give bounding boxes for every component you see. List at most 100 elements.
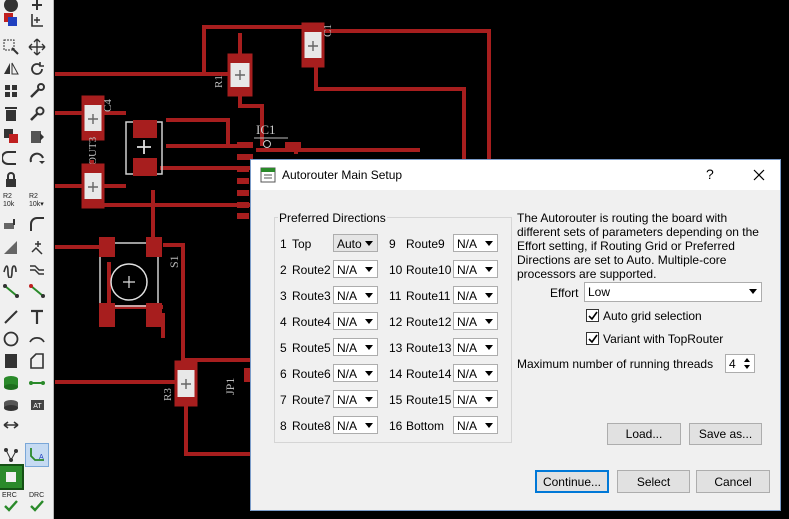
arc-icon[interactable] (26, 328, 48, 350)
s1-label: S1 (167, 255, 181, 268)
dialog-titlebar[interactable]: Autorouter Main Setup ? (251, 160, 780, 190)
wire-icon[interactable] (0, 306, 22, 328)
ratsnest-icon[interactable] (0, 444, 22, 466)
direction-select[interactable]: N/A (453, 390, 498, 408)
direction-select[interactable]: N/A (453, 286, 498, 304)
smash-icon[interactable] (0, 213, 22, 235)
autorouter-icon[interactable]: A (25, 443, 49, 467)
auto-grid-checkbox[interactable] (586, 309, 599, 322)
dimension-icon[interactable] (0, 414, 22, 436)
slice-icon[interactable] (0, 236, 22, 258)
drc-check-icon[interactable] (28, 498, 46, 514)
description-line: processors are supported. (517, 267, 657, 281)
direction-select[interactable]: N/A (333, 312, 378, 330)
value-tool-label[interactable]: R2 10k (3, 193, 21, 209)
paste-icon[interactable] (26, 125, 48, 147)
direction-number: 6 (280, 367, 287, 381)
threads-value[interactable]: 4 (729, 357, 736, 371)
direction-select[interactable]: N/A (453, 260, 498, 278)
direction-number: 1 (280, 237, 287, 251)
ripup-icon[interactable] (26, 80, 48, 102)
align-icon[interactable] (0, 80, 22, 102)
ic1-label: IC1 (256, 122, 276, 137)
threads-spinbox[interactable]: 4 (725, 354, 755, 373)
miter-icon[interactable] (26, 213, 48, 235)
select-button[interactable]: Select (617, 470, 690, 493)
chevron-down-icon (485, 319, 493, 324)
move-icon[interactable] (26, 36, 48, 58)
direction-number: 11 (389, 289, 402, 303)
close-button[interactable] (745, 165, 773, 185)
route-multi-icon[interactable] (26, 280, 48, 302)
close-icon (753, 169, 765, 181)
direction-layer-name: Route2 (292, 263, 331, 277)
direction-select[interactable]: N/A (333, 416, 378, 434)
polygon-icon[interactable] (26, 350, 48, 372)
rotate-icon[interactable] (26, 58, 48, 80)
variant-toprouter-label[interactable]: Variant with TopRouter (603, 332, 723, 346)
help-button[interactable]: ? (706, 166, 714, 182)
direction-number: 7 (280, 393, 287, 407)
variant-toprouter-checkbox[interactable] (586, 332, 599, 345)
direction-number: 5 (280, 341, 287, 355)
direction-select[interactable]: N/A (333, 260, 378, 278)
effort-select[interactable]: Low (584, 282, 762, 302)
route-icon[interactable] (0, 280, 22, 302)
direction-select[interactable]: N/A (333, 338, 378, 356)
group-icon[interactable] (0, 36, 22, 58)
direction-select[interactable]: N/A (333, 390, 378, 408)
continue-button[interactable]: Continue... (535, 470, 609, 493)
lock-icon[interactable] (0, 169, 22, 191)
hole-icon[interactable] (0, 394, 22, 416)
direction-value: N/A (337, 341, 358, 355)
load-button[interactable]: Load... (607, 423, 681, 445)
meander-icon[interactable] (0, 258, 22, 280)
direction-select[interactable]: N/A (453, 312, 498, 330)
direction-select[interactable]: N/A (333, 364, 378, 382)
description-line: Directions are set to Auto. Multiple-cor… (517, 253, 727, 267)
circle-icon[interactable] (0, 328, 22, 350)
direction-select[interactable]: Auto (333, 234, 378, 252)
display-layers-icon[interactable] (0, 9, 22, 31)
save-as-button[interactable]: Save as... (689, 423, 762, 445)
direction-select[interactable]: N/A (453, 234, 498, 252)
chevron-down-icon (485, 423, 493, 428)
auto-grid-label[interactable]: Auto grid selection (603, 309, 702, 323)
direction-number: 8 (280, 419, 287, 433)
layer-icon[interactable] (0, 464, 24, 490)
signal-icon[interactable] (26, 372, 48, 394)
direction-number: 14 (389, 367, 403, 381)
direction-layer-name: Route15 (406, 393, 452, 407)
spinner-arrows-icon[interactable] (741, 356, 753, 371)
wrench-icon[interactable] (26, 103, 48, 125)
autorouter-dialog: Autorouter Main Setup ? Preferred Direct… (250, 159, 781, 511)
check-icon (588, 311, 598, 321)
attribute-icon[interactable]: AT (26, 394, 48, 416)
jp1-label: JP1 (223, 378, 237, 395)
direction-layer-name: Bottom (406, 419, 445, 433)
mirror-icon[interactable] (0, 58, 22, 80)
erc-check-icon[interactable] (2, 498, 20, 514)
direction-layer-name: Route6 (292, 367, 331, 381)
split-icon[interactable] (0, 147, 22, 169)
cancel-button[interactable]: Cancel (696, 470, 770, 493)
direction-number: 4 (280, 315, 287, 329)
delete-icon[interactable] (0, 103, 22, 125)
rectangle-icon[interactable] (0, 350, 22, 372)
copy-icon[interactable] (0, 125, 22, 147)
preferred-directions-title: Preferred Directions (278, 211, 387, 225)
r1-label: R1 (213, 75, 225, 88)
via-icon[interactable] (0, 372, 22, 394)
name-tool-label[interactable]: R2 10k▾ (29, 193, 49, 209)
text-icon[interactable] (26, 306, 48, 328)
optimize-icon[interactable] (26, 236, 48, 258)
direction-select[interactable]: N/A (453, 416, 498, 434)
mark-icon[interactable] (26, 9, 48, 31)
direction-select[interactable]: N/A (453, 364, 498, 382)
diff-pair-icon[interactable] (26, 258, 48, 280)
direction-value: N/A (457, 367, 478, 381)
direction-select[interactable]: N/A (333, 286, 378, 304)
direction-select[interactable]: N/A (453, 338, 498, 356)
change-icon[interactable] (26, 147, 48, 169)
direction-layer-name: Top (292, 237, 312, 251)
